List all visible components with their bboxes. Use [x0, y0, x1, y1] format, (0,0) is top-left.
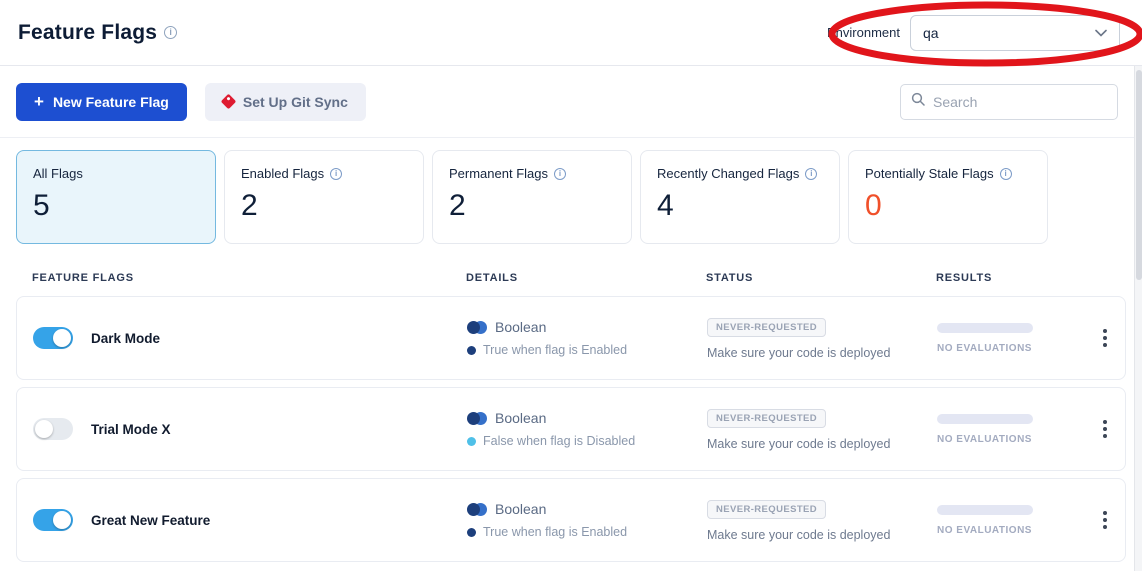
flag-type: Boolean [495, 501, 546, 517]
scrollbar-thumb[interactable] [1136, 70, 1142, 280]
set-up-git-sync-button[interactable]: Set Up Git Sync [205, 83, 366, 121]
git-sync-label: Set Up Git Sync [243, 94, 348, 110]
environment-select[interactable]: qa [910, 15, 1120, 51]
status-badge: NEVER-REQUESTED [707, 409, 826, 428]
column-header-status: STATUS [706, 272, 936, 284]
stat-card-recently-changed-flags[interactable]: Recently Changed Flags i 4 [640, 150, 840, 244]
kebab-menu-icon[interactable] [1097, 414, 1113, 444]
search-box [900, 84, 1118, 120]
results-bar [937, 414, 1033, 424]
results-text: NO EVALUATIONS [937, 343, 1097, 354]
stat-value: 5 [33, 189, 199, 222]
flag-name[interactable]: Dark Mode [91, 331, 160, 346]
status-text: Make sure your code is deployed [707, 437, 937, 451]
flag-type: Boolean [495, 319, 546, 335]
stat-label: All Flags [33, 166, 83, 181]
stat-card-enabled-flags[interactable]: Enabled Flags i 2 [224, 150, 424, 244]
flag-detail: False when flag is Disabled [483, 434, 635, 448]
table-header: FEATURE FLAGS DETAILS STATUS RESULTS [16, 262, 1126, 296]
kebab-menu-icon[interactable] [1097, 323, 1113, 353]
kebab-menu-icon[interactable] [1097, 505, 1113, 535]
variation-dot-icon [467, 437, 476, 446]
stat-label: Enabled Flags [241, 166, 324, 181]
flag-detail: True when flag is Enabled [483, 525, 627, 539]
column-header-feature-flags: FEATURE FLAGS [32, 272, 466, 284]
stat-value: 2 [449, 189, 615, 222]
info-icon[interactable]: i [554, 168, 566, 180]
column-header-results: RESULTS [936, 272, 1096, 284]
environment-value: qa [923, 25, 939, 41]
info-icon[interactable]: i [330, 168, 342, 180]
results-bar [937, 323, 1033, 333]
chevron-down-icon [1095, 29, 1107, 37]
variation-dot-icon [467, 528, 476, 537]
flag-toggle[interactable] [33, 509, 73, 531]
boolean-type-icon [467, 412, 487, 425]
plus-icon: + [34, 93, 44, 110]
status-text: Make sure your code is deployed [707, 528, 937, 542]
status-text: Make sure your code is deployed [707, 346, 937, 360]
flags-table: FEATURE FLAGS DETAILS STATUS RESULTS Dar… [0, 262, 1142, 562]
table-row: Dark Mode Boolean True when flag is Enab… [16, 296, 1126, 380]
stat-value: 2 [241, 189, 407, 222]
variation-dot-icon [467, 346, 476, 355]
boolean-type-icon [467, 321, 487, 334]
environment-label: Environment [827, 25, 900, 40]
page-title: Feature Flags [18, 21, 157, 45]
toolbar: + New Feature Flag Set Up Git Sync [0, 66, 1142, 138]
search-input[interactable] [933, 94, 1114, 110]
scrollbar[interactable] [1134, 66, 1142, 571]
stats-cards: All Flags 5 Enabled Flags i 2 Permanent … [0, 138, 1142, 262]
stat-label: Permanent Flags [449, 166, 548, 181]
table-row: Great New Feature Boolean True when flag… [16, 478, 1126, 562]
status-badge: NEVER-REQUESTED [707, 500, 826, 519]
git-icon [221, 94, 237, 110]
new-feature-flag-label: New Feature Flag [53, 94, 169, 110]
stat-label: Potentially Stale Flags [865, 166, 994, 181]
stat-card-all-flags[interactable]: All Flags 5 [16, 150, 216, 244]
status-badge: NEVER-REQUESTED [707, 318, 826, 337]
flag-name[interactable]: Trial Mode X [91, 422, 171, 437]
search-icon [911, 92, 925, 111]
flag-toggle[interactable] [33, 418, 73, 440]
table-row: Trial Mode X Boolean False when flag is … [16, 387, 1126, 471]
stat-card-permanent-flags[interactable]: Permanent Flags i 2 [432, 150, 632, 244]
new-feature-flag-button[interactable]: + New Feature Flag [16, 83, 187, 121]
flag-type: Boolean [495, 410, 546, 426]
title-group: Feature Flags i [18, 21, 177, 45]
boolean-type-icon [467, 503, 487, 516]
results-text: NO EVALUATIONS [937, 434, 1097, 445]
stat-card-potentially-stale-flags[interactable]: Potentially Stale Flags i 0 [848, 150, 1048, 244]
info-icon[interactable]: i [805, 168, 817, 180]
environment-group: Environment qa [827, 15, 1120, 51]
column-header-details: DETAILS [466, 272, 706, 284]
info-icon[interactable]: i [1000, 168, 1012, 180]
stat-value: 4 [657, 189, 823, 222]
page-header: Feature Flags i Environment qa [0, 0, 1142, 66]
app: Feature Flags i Environment qa + New Fea… [0, 0, 1142, 571]
info-icon[interactable]: i [164, 26, 177, 39]
flag-detail: True when flag is Enabled [483, 343, 627, 357]
flag-name[interactable]: Great New Feature [91, 513, 210, 528]
flag-toggle[interactable] [33, 327, 73, 349]
results-bar [937, 505, 1033, 515]
stat-value: 0 [865, 189, 1031, 222]
results-text: NO EVALUATIONS [937, 525, 1097, 536]
stat-label: Recently Changed Flags [657, 166, 799, 181]
